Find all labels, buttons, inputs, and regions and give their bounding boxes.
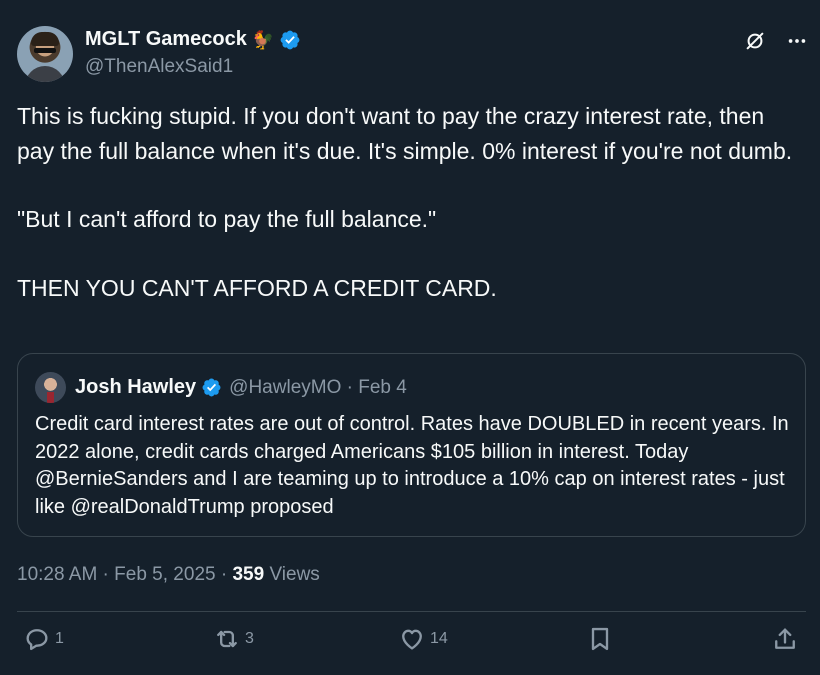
author-display-name[interactable]: MGLT Gamecock <box>85 28 247 51</box>
verified-badge-icon <box>202 378 221 397</box>
views-label: Views <box>264 564 320 585</box>
tweet-paragraph: "But I can't afford to pay the full bala… <box>17 206 437 232</box>
quoted-tweet-text: Credit card interest rates are out of co… <box>35 413 789 518</box>
grok-icon[interactable] <box>744 30 766 52</box>
share-icon <box>775 628 795 649</box>
reply-count: 1 <box>55 630 64 647</box>
tweet-timestamp[interactable]: 10:28 AM · Feb 5, 2025 · <box>17 564 232 585</box>
repost-button[interactable]: 3 <box>213 625 254 653</box>
bookmark-icon <box>591 627 609 651</box>
views-count: 359 <box>232 564 265 585</box>
reply-icon <box>26 629 48 651</box>
quoted-tweet-card[interactable]: Josh Hawley @HawleyMO · Feb 4 Credit car… <box>17 353 806 537</box>
repost-icon <box>217 630 237 648</box>
tweet-paragraph: THEN YOU CAN'T AFFORD A CREDIT CARD. <box>17 274 497 301</box>
quoted-author-handle-date: @HawleyMO · Feb 4 <box>229 376 407 398</box>
tweet-header: MGLT Gamecock 🐓 @ThenAlexSaid1 <box>17 24 808 84</box>
quoted-author-avatar[interactable] <box>35 372 66 403</box>
more-icon[interactable] <box>786 30 808 52</box>
author-handle[interactable]: @ThenAlexSaid1 <box>85 56 233 78</box>
like-icon <box>402 629 422 650</box>
like-count: 14 <box>430 630 448 647</box>
rooster-emoji: 🐓 <box>251 29 275 50</box>
action-bar: 1 3 14 <box>17 625 803 665</box>
quoted-author-name[interactable]: Josh Hawley <box>75 376 196 399</box>
repost-count: 3 <box>245 630 254 647</box>
like-button[interactable]: 14 <box>398 625 448 653</box>
reply-button[interactable]: 1 <box>23 625 64 653</box>
divider <box>17 611 806 612</box>
tweet-meta: 10:28 AM · Feb 5, 2025 · 359 Views <box>17 564 320 586</box>
author-name-row: MGLT Gamecock 🐓 <box>85 28 301 51</box>
quoted-tweet-header: Josh Hawley @HawleyMO · Feb 4 <box>35 372 407 403</box>
tweet-text: This is fucking stupid. If you don't wan… <box>17 99 807 305</box>
verified-badge-icon[interactable] <box>279 29 301 51</box>
author-avatar[interactable] <box>17 26 73 82</box>
share-button[interactable] <box>771 625 799 653</box>
bookmark-button[interactable] <box>586 625 614 653</box>
tweet-paragraph: This is fucking stupid. If you don't wan… <box>17 103 793 164</box>
header-actions <box>744 30 808 52</box>
